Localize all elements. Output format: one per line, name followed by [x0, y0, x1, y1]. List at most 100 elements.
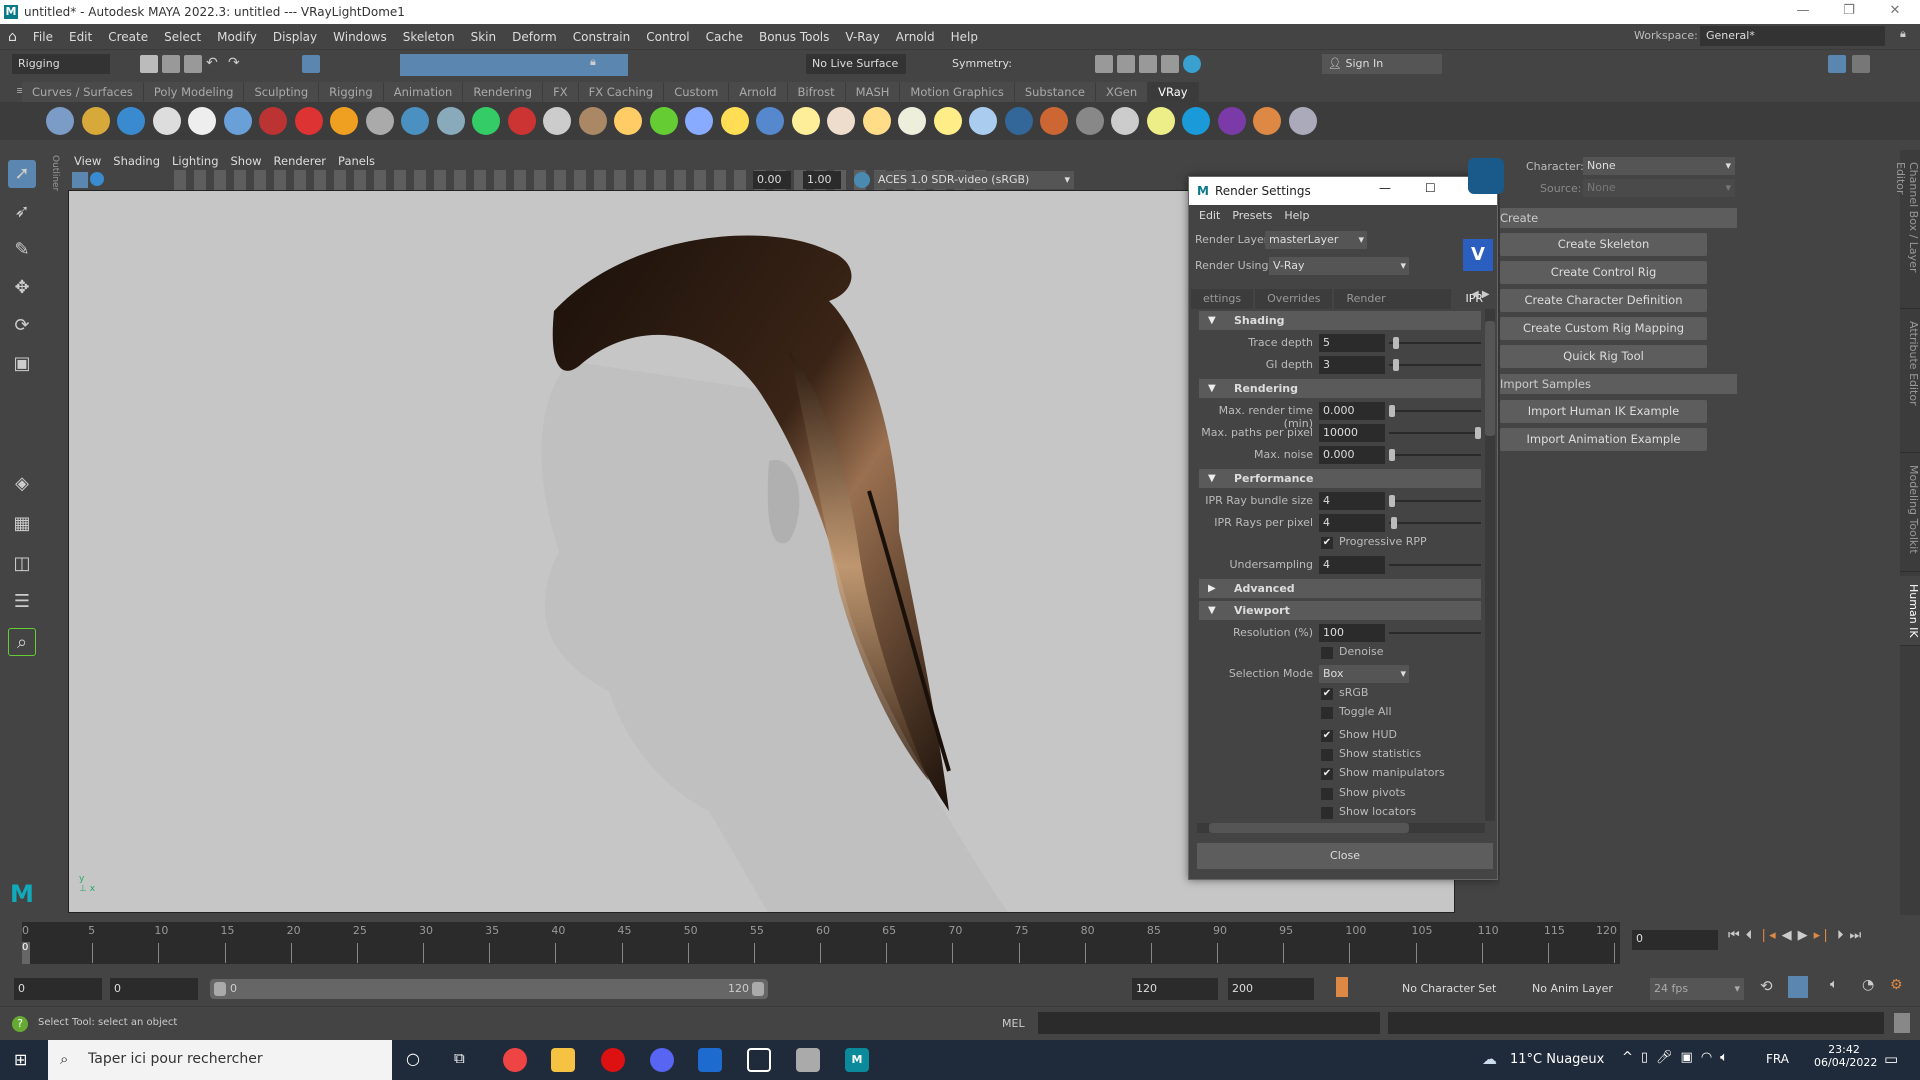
weather-text[interactable]: 11°C Nuageux: [1510, 1052, 1604, 1067]
clock[interactable]: 23:42 06/04/2022: [1814, 1043, 1877, 1069]
sphere-fade-icon[interactable]: [543, 107, 571, 135]
create-character-definition-button[interactable]: Create Character Definition: [1500, 289, 1707, 312]
render-using-dropdown[interactable]: V-Ray ▾: [1269, 257, 1409, 275]
max_time-slider[interactable]: [1389, 405, 1481, 417]
trace_depth-slider[interactable]: [1389, 337, 1481, 349]
step-back-key-icon[interactable]: ❘◂: [1758, 928, 1775, 943]
restore-button[interactable]: ❐: [1826, 0, 1872, 24]
scale-tool-icon[interactable]: ▣: [8, 350, 36, 378]
select-hierarchy-icon[interactable]: [302, 55, 320, 73]
side-tab-channel-box-layer-editor[interactable]: Channel Box / Layer Editor: [1894, 154, 1920, 309]
opera-icon[interactable]: [601, 1048, 625, 1072]
trace_depth-field[interactable]: 5: [1319, 334, 1385, 352]
gi_depth-slider[interactable]: [1389, 359, 1481, 371]
rs-menu-help[interactable]: Help: [1278, 209, 1315, 222]
four-view-icon[interactable]: ▦: [8, 510, 36, 538]
close-button[interactable]: ✕: [1872, 0, 1918, 24]
discord-icon[interactable]: [650, 1048, 674, 1072]
collapse-arrow-icon[interactable]: ▼: [1208, 469, 1216, 488]
two-view-icon[interactable]: ◫: [8, 550, 36, 578]
taskbar-search[interactable]: ⌕ Taper ici pour rechercher: [48, 1040, 392, 1080]
gi_depth-field[interactable]: 3: [1319, 356, 1385, 374]
range-slider[interactable]: 0 120: [210, 979, 768, 999]
section-performance[interactable]: ▼ Performance: [1199, 469, 1481, 488]
character-dropdown[interactable]: None ▾: [1583, 157, 1735, 175]
side-tab-human-ik[interactable]: Human IK: [1900, 576, 1920, 646]
max_noise-field[interactable]: 0.000: [1319, 446, 1385, 464]
side-tab-attribute-editor[interactable]: Attribute Editor: [1900, 313, 1920, 453]
sphere-blue-icon[interactable]: [756, 107, 784, 135]
menu-bonus-tools[interactable]: Bonus Tools: [751, 30, 837, 44]
undersampling-slider[interactable]: [1389, 564, 1481, 566]
vfb-icon[interactable]: [81, 107, 110, 135]
minimize-button[interactable]: —: [1379, 181, 1391, 195]
tab-scroll-arrows[interactable]: ◀ ▶: [1471, 289, 1490, 300]
menu-v-ray[interactable]: V-Ray: [837, 30, 887, 44]
playback-end-field[interactable]: 120: [1132, 978, 1218, 1000]
scene-tree-icon[interactable]: [117, 107, 145, 135]
minimize-button[interactable]: —: [1780, 0, 1826, 24]
shelf-tab-bifrost[interactable]: Bifrost: [787, 82, 846, 102]
tab-ettings[interactable]: ettings: [1191, 289, 1254, 309]
menu-skeleton[interactable]: Skeleton: [395, 30, 463, 44]
max_noise-slider[interactable]: [1389, 449, 1481, 461]
menu-set-dropdown[interactable]: Rigging: [12, 54, 110, 74]
anim-layer-field[interactable]: No Anim Layer: [1528, 978, 1628, 1000]
geometry-icon[interactable]: [472, 107, 500, 135]
move-tool-icon[interactable]: ✥: [8, 274, 36, 302]
toggle-human-ik-icon[interactable]: [1828, 55, 1846, 73]
panel-menu-renderer[interactable]: Renderer: [268, 154, 333, 168]
ipr-icon[interactable]: [90, 172, 104, 186]
section-rendering[interactable]: ▼ Rendering: [1199, 379, 1481, 398]
bookmark-icon[interactable]: [1336, 977, 1348, 997]
panel-menu-lighting[interactable]: Lighting: [166, 154, 224, 168]
toggle-all-checkbox[interactable]: [1321, 707, 1333, 720]
rays-slider[interactable]: [1389, 517, 1481, 529]
notifications-icon[interactable]: ▭: [1884, 1050, 1898, 1068]
section-advanced[interactable]: ▶ Advanced: [1199, 579, 1481, 598]
loop-icon[interactable]: ⟲: [1760, 977, 1773, 995]
slider-handle[interactable]: [1393, 337, 1399, 349]
help-icon[interactable]: [1288, 107, 1317, 135]
symmetry-field[interactable]: Symmetry: Off: [946, 54, 1036, 90]
side-tab-modeling-toolkit[interactable]: Modeling Toolkit: [1900, 457, 1920, 572]
vray-viewport-icon[interactable]: [72, 172, 88, 188]
sun-icon[interactable]: [933, 107, 962, 135]
menu-windows[interactable]: Windows: [325, 30, 395, 44]
panel-menu-view[interactable]: View: [68, 154, 107, 168]
scatter-icon[interactable]: [685, 107, 713, 135]
color-balls-icon[interactable]: [1253, 107, 1281, 135]
hypershade-icon[interactable]: [1183, 55, 1201, 73]
task-view-icon[interactable]: ⧉: [454, 1049, 465, 1067]
tab-render-elements[interactable]: Render Elements: [1334, 289, 1452, 325]
dome-light-icon[interactable]: [791, 107, 820, 135]
create-section-header[interactable]: Create: [1500, 208, 1737, 228]
selection-mode-dropdown[interactable]: Box ▾: [1319, 665, 1409, 683]
playback-start-field[interactable]: 0: [110, 978, 198, 1000]
cloud-icon[interactable]: [1182, 107, 1210, 135]
go-to-end-icon[interactable]: ⏭: [1850, 928, 1862, 943]
max_time-field[interactable]: 0.000: [1319, 402, 1385, 420]
outliner-tab[interactable]: Outliner: [46, 155, 60, 215]
checker-icon[interactable]: [1075, 107, 1104, 135]
menu-display[interactable]: Display: [265, 30, 325, 44]
animation-prefs-icon[interactable]: ⚙: [1890, 977, 1903, 993]
palette-icon[interactable]: [1217, 107, 1246, 135]
close-button[interactable]: Close: [1197, 843, 1493, 869]
fire-icon[interactable]: [330, 107, 358, 135]
render-settings-icon[interactable]: [1161, 55, 1179, 73]
cortana-icon[interactable]: ○: [406, 1049, 420, 1068]
current-frame-field[interactable]: 0: [1632, 930, 1718, 950]
sound-icon[interactable]: 🔈︎: [1830, 977, 1838, 992]
show-statistics-checkbox[interactable]: [1321, 748, 1333, 761]
script-editor-icon[interactable]: [1894, 1013, 1910, 1033]
rays-field[interactable]: 4: [1319, 514, 1385, 532]
lasso-tool-icon[interactable]: ➶: [8, 198, 36, 226]
import-animation-example-button[interactable]: Import Animation Example: [1500, 428, 1707, 451]
end-time-field[interactable]: 200: [1228, 978, 1314, 1000]
render-settings-icon[interactable]: [46, 107, 74, 135]
maximize-button[interactable]: ☐: [1425, 181, 1436, 195]
menu-deform[interactable]: Deform: [504, 30, 565, 44]
menu-cache[interactable]: Cache: [698, 30, 751, 44]
maya-taskbar-icon[interactable]: M: [845, 1048, 869, 1072]
